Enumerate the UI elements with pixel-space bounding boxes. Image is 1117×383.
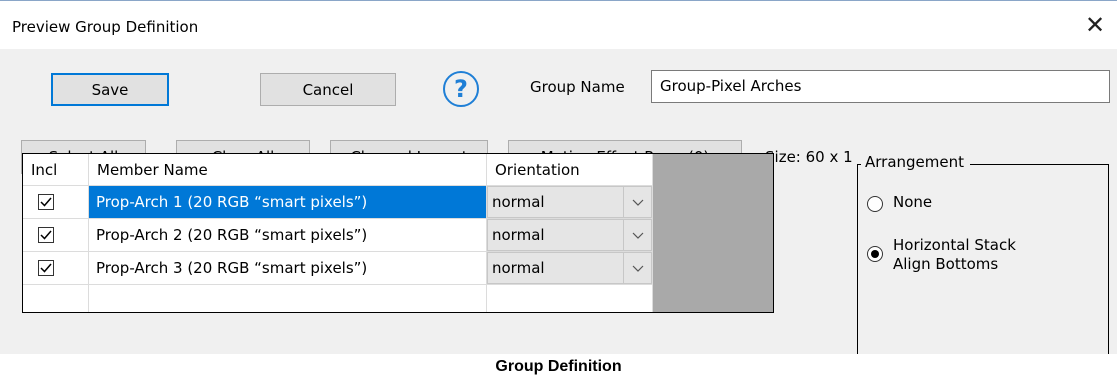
include-checkbox[interactable]	[38, 260, 54, 276]
help-icon[interactable]: ?	[443, 71, 479, 107]
include-checkbox[interactable]	[38, 227, 54, 243]
incl-cell	[23, 285, 89, 312]
orientation-select[interactable]: normal	[487, 219, 652, 251]
chevron-down-icon[interactable]	[623, 253, 651, 284]
incl-cell	[23, 186, 89, 219]
arrangement-legend: Arrangement	[861, 153, 971, 171]
orientation-value: normal	[492, 226, 545, 244]
orientation-cell: normal	[487, 186, 653, 219]
orientation-select[interactable]: normal	[487, 252, 652, 284]
chevron-down-icon[interactable]	[623, 220, 651, 251]
member-name-cell[interactable]: Prop-Arch 1 (20 RGB “smart pixels”)	[89, 186, 487, 219]
table-row[interactable]: Prop-Arch 3 (20 RGB “smart pixels”) norm…	[23, 252, 653, 285]
member-name-cell[interactable]: Prop-Arch 2 (20 RGB “smart pixels”)	[89, 219, 487, 252]
radio-horizontal-stack[interactable]	[867, 246, 883, 262]
column-header-orientation[interactable]: Orientation	[487, 154, 653, 186]
dialog-body: Save Cancel ? Group Name Group-Pixel Arc…	[0, 49, 1117, 354]
size-label: Size: 60 x 1	[765, 148, 853, 166]
member-name-cell[interactable]: Prop-Arch 3 (20 RGB “smart pixels”)	[89, 252, 487, 285]
group-name-input[interactable]: Group-Pixel Arches	[651, 70, 1110, 103]
radio-none-label[interactable]: None	[893, 193, 932, 211]
cancel-button[interactable]: Cancel	[260, 73, 396, 106]
incl-cell	[23, 219, 89, 252]
members-grid: Incl Member Name Orientation Prop-Arch 1…	[22, 153, 774, 313]
orientation-select[interactable]: normal	[487, 186, 652, 218]
radio-horizontal-stack-label[interactable]: Horizontal Stack Align Bottoms	[893, 236, 1016, 274]
chevron-down-icon[interactable]	[623, 187, 651, 218]
orientation-value: normal	[492, 259, 545, 277]
table-row[interactable]: Prop-Arch 1 (20 RGB “smart pixels”) norm…	[23, 186, 653, 219]
incl-cell	[23, 252, 89, 285]
orientation-cell: normal	[487, 219, 653, 252]
orientation-cell	[487, 285, 653, 312]
orientation-cell: normal	[487, 252, 653, 285]
window-title: Preview Group Definition	[12, 18, 199, 36]
include-checkbox[interactable]	[38, 194, 54, 210]
close-icon[interactable]: ✕	[1082, 12, 1108, 38]
table-row[interactable]: Prop-Arch 2 (20 RGB “smart pixels”) norm…	[23, 219, 653, 252]
radio-none[interactable]	[867, 196, 883, 212]
save-button[interactable]: Save	[51, 73, 169, 106]
member-name-cell[interactable]	[89, 285, 487, 312]
column-header-member-name[interactable]: Member Name	[89, 154, 487, 186]
figure-caption: Group Definition	[495, 358, 622, 375]
orientation-value: normal	[492, 193, 545, 211]
group-name-label: Group Name	[530, 78, 625, 96]
table-row[interactable]	[23, 285, 653, 312]
title-bar: Preview Group Definition ✕	[0, 0, 1117, 49]
column-header-incl[interactable]: Incl	[23, 154, 89, 186]
